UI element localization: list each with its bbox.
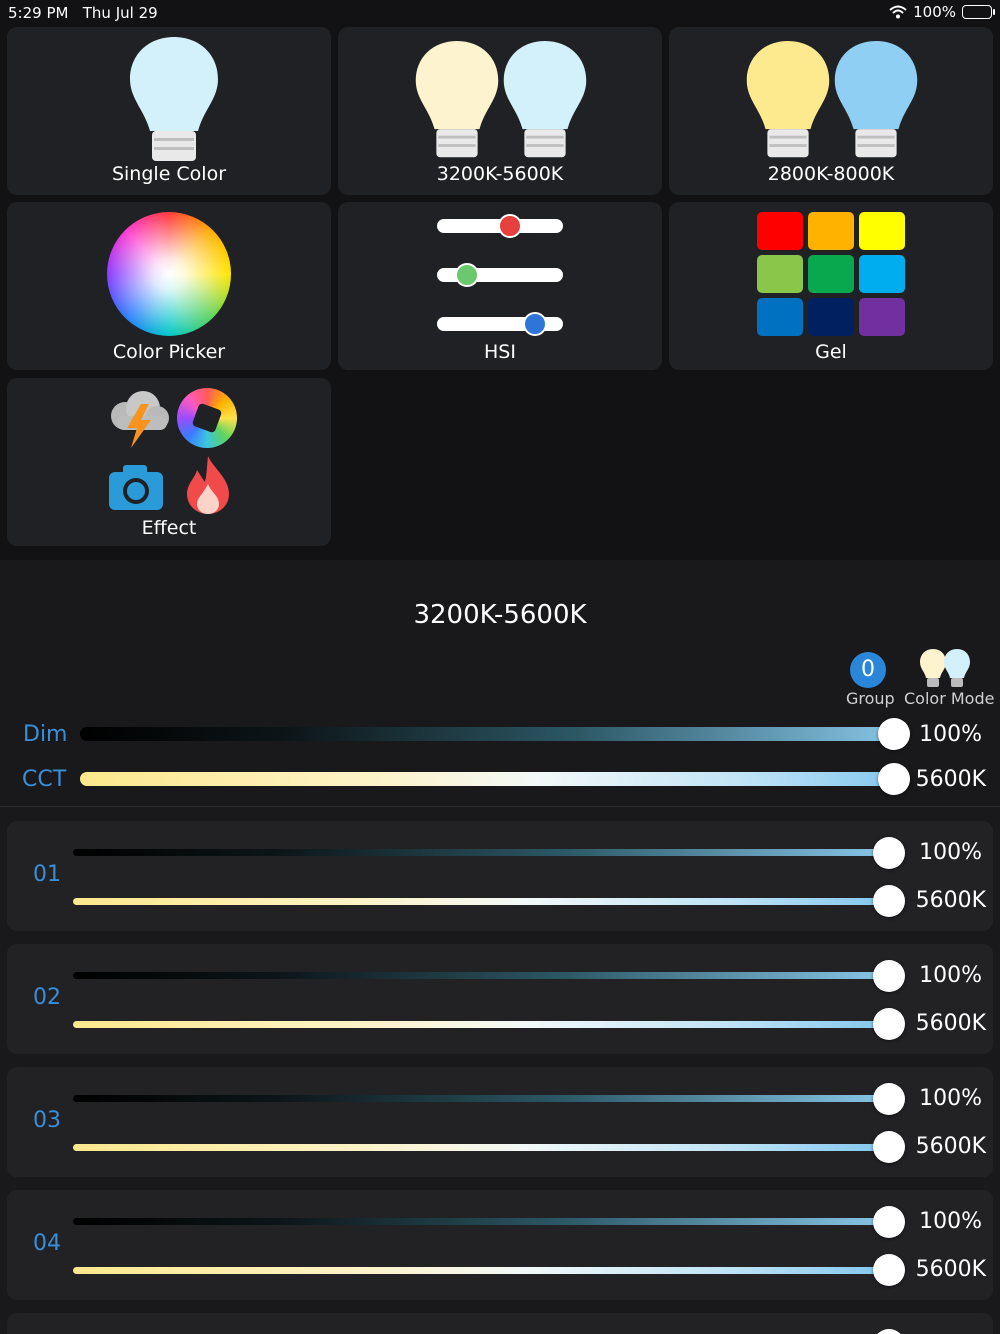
panel-title: 3200K-5600K bbox=[413, 600, 587, 630]
tile-label: 3200K-5600K bbox=[436, 163, 564, 185]
row-id: 03 bbox=[33, 1108, 61, 1133]
dim-label: Dim bbox=[23, 722, 68, 747]
divider bbox=[0, 806, 1000, 807]
row-dim-knob[interactable] bbox=[873, 837, 905, 869]
battery-percent: 100% bbox=[913, 3, 956, 21]
row-dim-knob[interactable] bbox=[873, 1329, 905, 1334]
row-cct-value: 5600K bbox=[915, 888, 986, 913]
tile-label: Effect bbox=[141, 517, 197, 539]
gel-swatch bbox=[757, 255, 803, 293]
color-mode-button[interactable] bbox=[918, 648, 972, 690]
row-dim-value: 100% bbox=[919, 963, 982, 988]
tile-label: 2800K-8000K bbox=[767, 163, 895, 185]
yellow-bulb-icon bbox=[746, 41, 830, 158]
row-dim-knob[interactable] bbox=[873, 1206, 905, 1238]
tile-label: Gel bbox=[815, 341, 847, 363]
row-dim-value: 100% bbox=[919, 1086, 982, 1111]
status-right: 100% bbox=[889, 3, 995, 21]
row-cct-knob[interactable] bbox=[873, 885, 905, 917]
gel-swatch bbox=[859, 298, 905, 336]
gel-swatch bbox=[757, 298, 803, 336]
light-row: 02 100% 5600K bbox=[7, 944, 993, 1054]
cct-label: CCT bbox=[22, 767, 67, 792]
gel-swatch bbox=[808, 298, 854, 336]
wifi-icon bbox=[889, 5, 907, 19]
tile-color-picker[interactable]: Color Picker bbox=[7, 202, 331, 370]
row-cct-knob[interactable] bbox=[873, 1008, 905, 1040]
clock: 5:29 PM bbox=[8, 4, 69, 22]
row-cct-slider[interactable] bbox=[73, 1267, 893, 1274]
gel-swatch bbox=[859, 255, 905, 293]
row-cct-value: 5600K bbox=[915, 1011, 986, 1036]
tile-effect[interactable]: Effect bbox=[7, 378, 331, 546]
saturation-knob-icon bbox=[455, 263, 480, 287]
row-id: 01 bbox=[33, 862, 61, 887]
tile-gel[interactable]: Gel bbox=[669, 202, 993, 370]
color-mode-label: Color Mode bbox=[904, 689, 995, 708]
row-dim-slider[interactable] bbox=[73, 1095, 893, 1102]
row-cct-slider[interactable] bbox=[73, 1021, 893, 1028]
gel-swatch bbox=[859, 212, 905, 250]
dim-value: 100% bbox=[919, 722, 982, 747]
row-dim-knob[interactable] bbox=[873, 960, 905, 992]
gel-swatch bbox=[808, 255, 854, 293]
row-id: 04 bbox=[33, 1231, 61, 1256]
warm-bulb-icon bbox=[415, 41, 499, 158]
row-dim-slider[interactable] bbox=[73, 972, 893, 979]
row-cct-slider[interactable] bbox=[73, 1144, 893, 1151]
status-bar: 5:29 PM Thu Jul 29 100% bbox=[0, 0, 1000, 26]
tile-bicolor-2800-8000[interactable]: 2800K-8000K bbox=[669, 27, 993, 195]
row-cct-knob[interactable] bbox=[873, 1131, 905, 1163]
cool-bulb-icon bbox=[503, 41, 587, 158]
tile-bicolor-3200-5600[interactable]: 3200K-5600K bbox=[338, 27, 662, 195]
light-row: 04 100% 5600K bbox=[7, 1190, 993, 1300]
flame-icon bbox=[187, 456, 229, 514]
hue-knob-icon bbox=[498, 214, 523, 238]
light-row: 01 100% 5600K bbox=[7, 821, 993, 931]
row-cct-value: 5600K bbox=[915, 1257, 986, 1282]
battery-icon bbox=[962, 5, 995, 19]
gel-swatch bbox=[757, 212, 803, 250]
blue-bulb-icon bbox=[834, 41, 918, 158]
tile-label: Color Picker bbox=[112, 341, 226, 363]
camera-icon bbox=[109, 465, 163, 510]
cct-value: 5600K bbox=[915, 767, 986, 792]
row-dim-knob[interactable] bbox=[873, 1083, 905, 1115]
light-row-partial bbox=[7, 1313, 993, 1334]
row-cct-slider[interactable] bbox=[73, 898, 893, 905]
row-cct-knob[interactable] bbox=[873, 1254, 905, 1286]
color-wheel-icon bbox=[107, 212, 231, 336]
tile-single-color[interactable]: Single Color bbox=[7, 27, 331, 195]
tile-label: Single Color bbox=[111, 163, 227, 185]
status-time: 5:29 PM Thu Jul 29 bbox=[8, 4, 158, 22]
row-dim-value: 100% bbox=[919, 1209, 982, 1234]
bulb-icon bbox=[130, 37, 218, 161]
row-dim-value: 100% bbox=[919, 840, 982, 865]
gel-swatch bbox=[808, 212, 854, 250]
row-id: 02 bbox=[33, 985, 61, 1010]
dim-slider[interactable] bbox=[80, 727, 910, 741]
intensity-knob-icon bbox=[522, 312, 547, 336]
storm-cloud-icon bbox=[111, 391, 169, 448]
cct-slider[interactable] bbox=[80, 772, 910, 786]
tile-hsi[interactable]: HSI bbox=[338, 202, 662, 370]
group-label: Group bbox=[846, 689, 895, 708]
row-cct-value: 5600K bbox=[915, 1134, 986, 1159]
date: Thu Jul 29 bbox=[82, 4, 158, 22]
group-button[interactable]: 0 bbox=[850, 652, 886, 688]
row-dim-slider[interactable] bbox=[73, 849, 893, 856]
light-row: 03 100% 5600K bbox=[7, 1067, 993, 1177]
tile-label: HSI bbox=[484, 341, 516, 363]
row-dim-slider[interactable] bbox=[73, 1218, 893, 1225]
